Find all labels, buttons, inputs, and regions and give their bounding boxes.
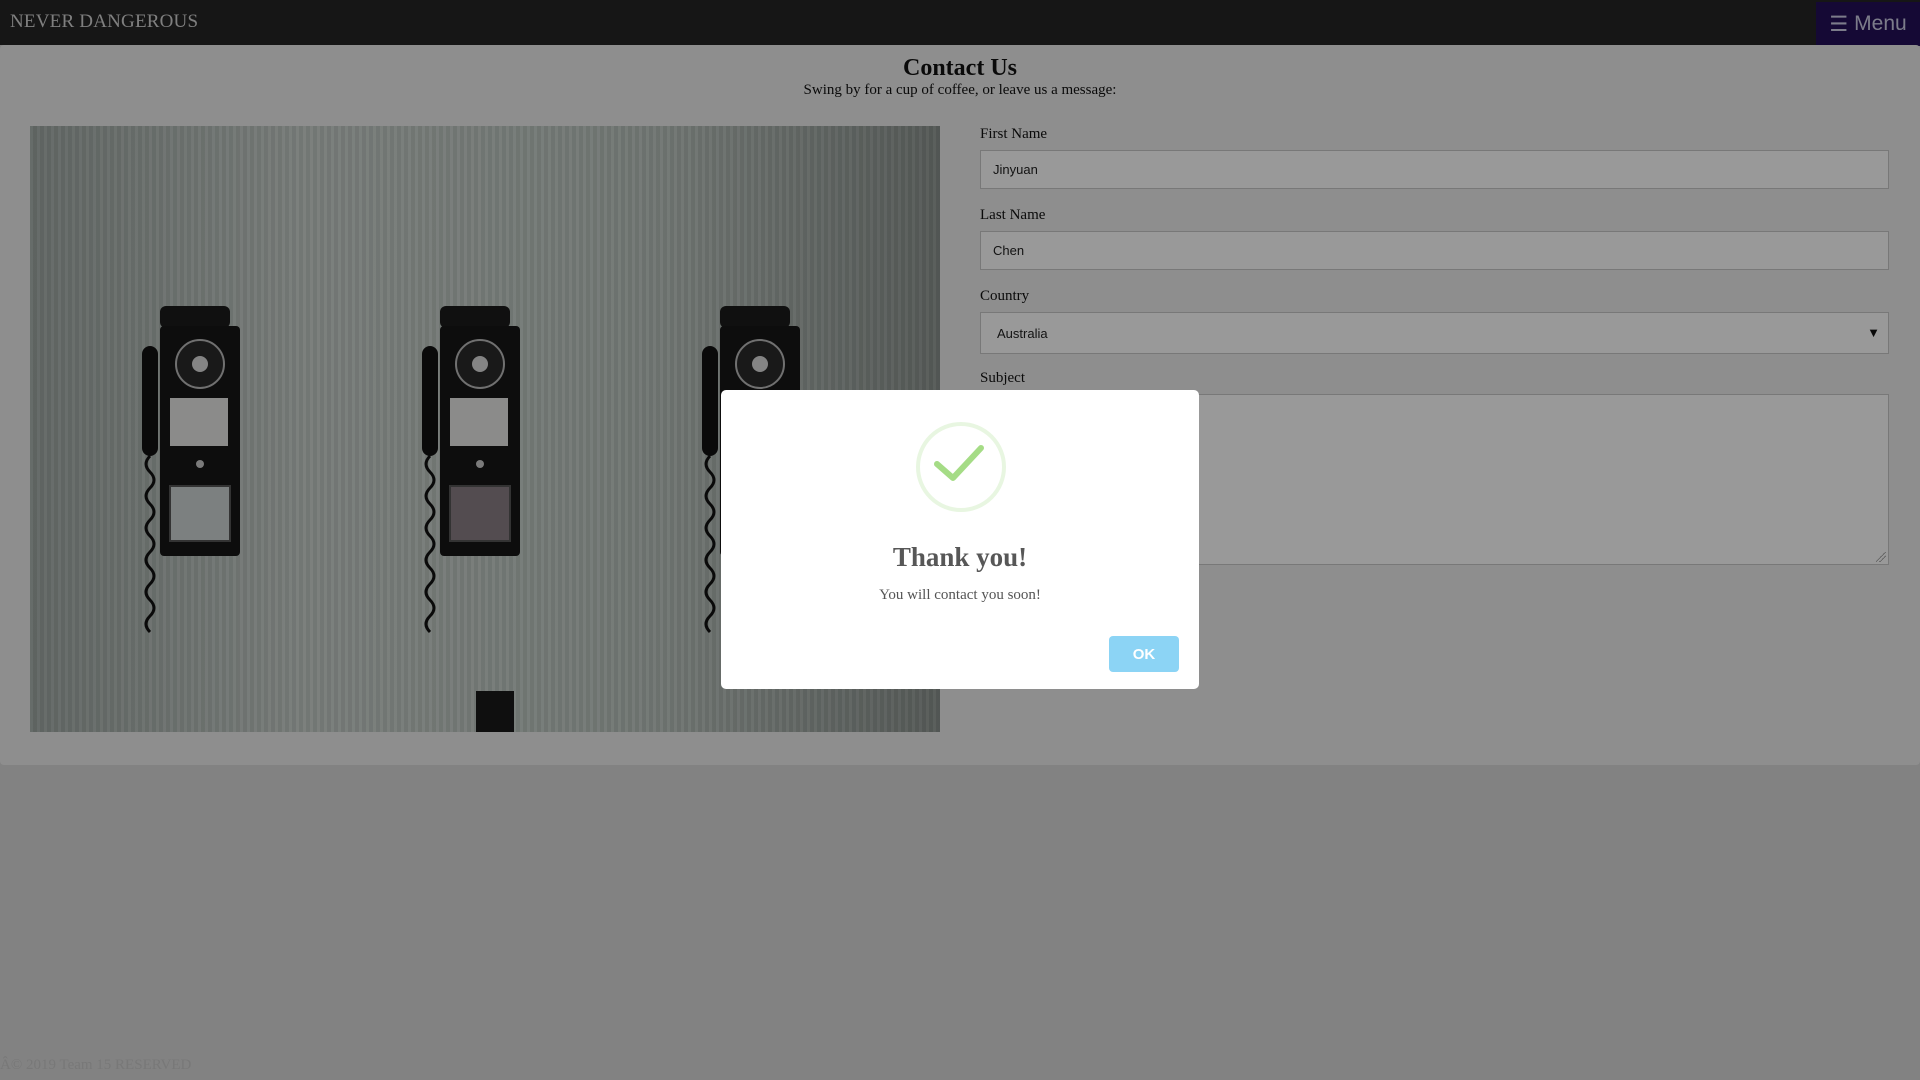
success-check-icon: [934, 445, 984, 481]
ok-button[interactable]: OK: [1109, 636, 1179, 672]
dialog-title: Thank you!: [892, 542, 1028, 572]
success-dialog: Thank you! You will contact you soon! OK: [721, 390, 1199, 689]
page: NEVER DANGEROUS ☰ Menu Contact Us Swing …: [0, 0, 1920, 1080]
dialog-message: You will contact you soon!: [879, 587, 1041, 603]
